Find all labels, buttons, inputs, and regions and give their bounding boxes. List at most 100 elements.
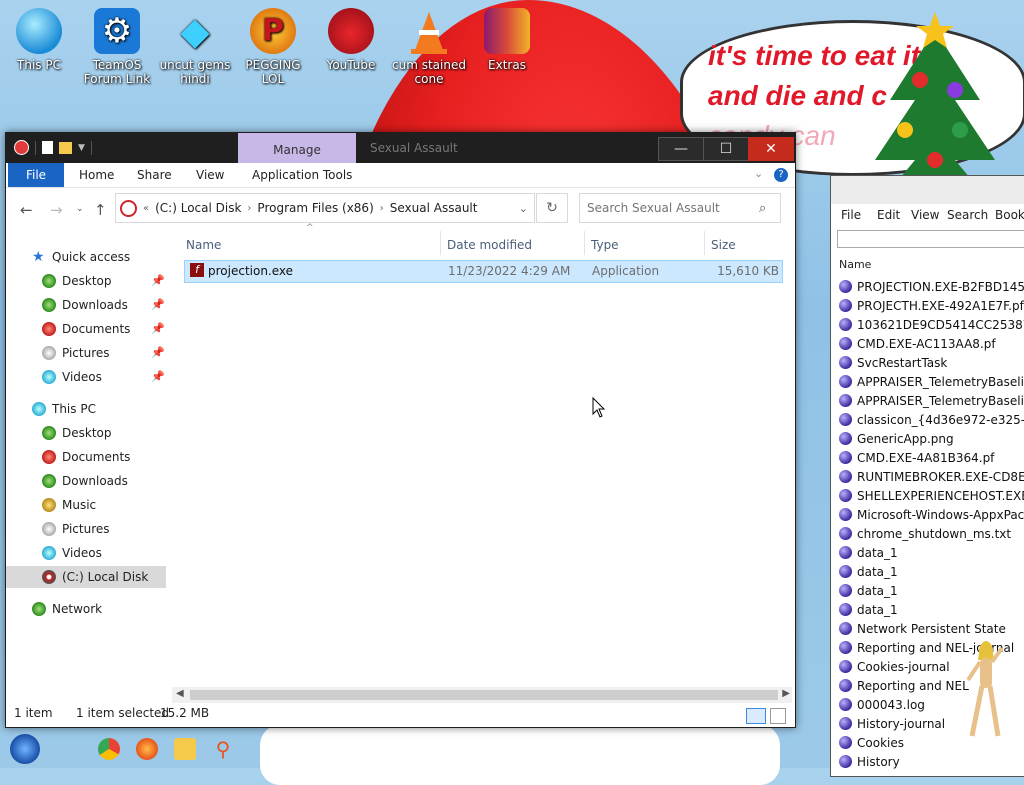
list-item[interactable]: History-journal <box>839 714 945 733</box>
nav-quick-videos[interactable]: Videos <box>6 366 166 388</box>
list-item[interactable]: 103621DE9CD5414CC2538780B4 <box>839 315 1024 334</box>
maximize-button[interactable]: ☐ <box>703 137 749 161</box>
nav-pc-videos[interactable]: Videos <box>6 542 166 564</box>
tab-view[interactable]: View <box>196 163 224 187</box>
file-explorer-icon[interactable] <box>174 738 196 760</box>
column-header-name[interactable]: Name <box>186 235 221 255</box>
tab-home[interactable]: Home <box>79 163 114 187</box>
scroll-left-icon[interactable]: ◀ <box>176 688 184 699</box>
nav-quick-pictures[interactable]: Pictures <box>6 342 166 364</box>
list-item[interactable]: CMD.EXE-4A81B364.pf <box>839 448 994 467</box>
file-explorer-window[interactable]: ▼ Manage Sexual Assault — ☐ ✕ File Home … <box>5 132 796 728</box>
column-header-date[interactable]: Date modified <box>447 235 532 255</box>
recent-chevron-icon[interactable]: ⌄ <box>76 204 84 214</box>
nav-quick-desktop[interactable]: Desktop <box>6 270 166 292</box>
start-button-icon[interactable] <box>10 734 40 764</box>
nav-pc-documents[interactable]: Documents <box>6 446 166 468</box>
pin-icon[interactable]: 📌 <box>151 322 165 335</box>
list-item[interactable]: Reporting and NEL <box>839 676 969 695</box>
list-item[interactable]: GenericApp.png <box>839 429 954 448</box>
list-item[interactable]: classicon_{4d36e972-e325-11ce- <box>839 410 1024 429</box>
table-row[interactable]: f projection.exe 11/23/2022 4:29 AM Appl… <box>184 260 783 283</box>
tab-manage[interactable]: Manage <box>238 133 356 163</box>
large-icons-view-icon[interactable] <box>770 708 786 724</box>
nav-pc-music[interactable]: Music <box>6 494 166 516</box>
up-arrow-icon[interactable]: ↑ <box>94 201 107 219</box>
list-item[interactable]: SHELLEXPERIENCEHOST.EXE-D5 <box>839 486 1024 505</box>
chevron-down-icon[interactable]: ▼ <box>78 143 85 153</box>
list-item[interactable]: History <box>839 752 900 771</box>
tab-application-tools[interactable]: Application Tools <box>252 163 352 187</box>
file-list[interactable]: ^ Name Date modified Type Size f project… <box>172 223 792 699</box>
firefox-icon[interactable] <box>136 738 158 760</box>
breadcrumb-overflow[interactable]: « <box>143 203 149 214</box>
list-item[interactable]: PROJECTH.EXE-492A1E7F.pf <box>839 296 1024 315</box>
column-header-type[interactable]: Type <box>591 235 619 255</box>
desktop-icon-this-pc[interactable]: This PC <box>0 8 78 72</box>
path-field[interactable] <box>837 230 1024 248</box>
chevron-down-icon[interactable]: ⌄ <box>519 202 528 215</box>
column-header-size[interactable]: Size <box>711 235 736 255</box>
properties-icon[interactable] <box>42 141 53 154</box>
menu-bookmarks[interactable]: Bookm <box>995 208 1024 222</box>
list-item[interactable]: data_1 <box>839 600 898 619</box>
forward-arrow-icon[interactable]: → <box>50 201 63 219</box>
pin-icon[interactable]: 📌 <box>151 274 165 287</box>
nav-pc-local-disk[interactable]: (C:) Local Disk <box>6 566 166 588</box>
ribbon-expand-icon[interactable]: ⌄ <box>754 167 763 180</box>
breadcrumb-current-folder[interactable]: Sexual Assault <box>390 201 478 215</box>
drive-icon[interactable] <box>14 140 29 155</box>
scrollbar-thumb[interactable] <box>190 690 778 700</box>
list-item[interactable]: CMD.EXE-AC113AA8.pf <box>839 334 996 353</box>
nav-network[interactable]: Network <box>6 598 166 620</box>
nav-pc-desktop[interactable]: Desktop <box>6 422 166 444</box>
background-window-titlebar[interactable] <box>831 176 1024 204</box>
list-item[interactable]: 000043.log <box>839 695 925 714</box>
help-icon[interactable]: ? <box>774 168 788 182</box>
search-input[interactable] <box>580 200 759 216</box>
list-item[interactable]: PROJECTION.EXE-B2FBD145.pf <box>839 277 1024 296</box>
pin-icon[interactable]: 📌 <box>151 370 165 383</box>
list-item[interactable]: data_1 <box>839 562 898 581</box>
breadcrumb-local-disk[interactable]: (C:) Local Disk <box>155 201 241 215</box>
desktop-icon-uncut-gems[interactable]: ◆ uncut gems hindi <box>156 8 234 86</box>
nav-pc-pictures[interactable]: Pictures <box>6 518 166 540</box>
list-item[interactable]: Microsoft-Windows-AppxPacka <box>839 505 1024 524</box>
search-app-icon[interactable]: ⚲ <box>212 738 234 760</box>
new-folder-icon[interactable] <box>59 141 72 154</box>
pin-icon[interactable]: 📌 <box>151 346 165 359</box>
scroll-right-icon[interactable]: ▶ <box>782 688 790 699</box>
list-item[interactable]: data_1 <box>839 581 898 600</box>
list-item[interactable]: SvcRestartTask <box>839 353 947 372</box>
desktop-icon-teamos[interactable]: ⚙ TeamOS Forum Link <box>78 8 156 86</box>
nav-quick-downloads[interactable]: Downloads <box>6 294 166 316</box>
search-box[interactable]: ⌕ <box>579 193 781 223</box>
pin-icon[interactable]: 📌 <box>151 298 165 311</box>
tab-file[interactable]: File <box>8 163 64 187</box>
chrome-icon[interactable] <box>98 738 120 760</box>
menu-edit[interactable]: Edit <box>877 208 900 222</box>
back-arrow-icon[interactable]: ← <box>20 201 33 219</box>
list-item[interactable]: Cookies-journal <box>839 657 950 676</box>
title-bar[interactable]: ▼ Manage Sexual Assault — ☐ ✕ <box>6 133 795 163</box>
search-icon[interactable]: ⌕ <box>759 201 766 216</box>
desktop-icon-extras[interactable]: Extras <box>468 8 546 72</box>
menu-view[interactable]: View <box>911 208 939 222</box>
list-item[interactable]: chrome_shutdown_ms.txt <box>839 524 1011 543</box>
tab-share[interactable]: Share <box>137 163 172 187</box>
desktop-icon-cone[interactable]: cum stained cone <box>390 8 468 86</box>
nav-quick-access[interactable]: ★ Quick access <box>6 246 166 268</box>
list-item[interactable]: APPRAISER_TelemetryBaseline_U <box>839 391 1024 410</box>
list-item[interactable]: Cookies <box>839 733 904 752</box>
desktop-icon-youtube[interactable]: YouTube <box>312 8 390 72</box>
breadcrumb-program-files[interactable]: Program Files (x86) <box>257 201 373 215</box>
refresh-button[interactable]: ↻ <box>536 193 568 223</box>
details-view-icon[interactable] <box>746 708 766 724</box>
menu-file[interactable]: File <box>841 208 861 222</box>
column-header-name[interactable]: Name <box>839 258 871 271</box>
nav-this-pc[interactable]: This PC <box>6 398 166 420</box>
nav-pc-downloads[interactable]: Downloads <box>6 470 166 492</box>
close-button[interactable]: ✕ <box>748 137 794 161</box>
horizontal-scrollbar[interactable]: ◀ ▶ <box>172 687 792 703</box>
minimize-button[interactable]: — <box>658 137 704 161</box>
